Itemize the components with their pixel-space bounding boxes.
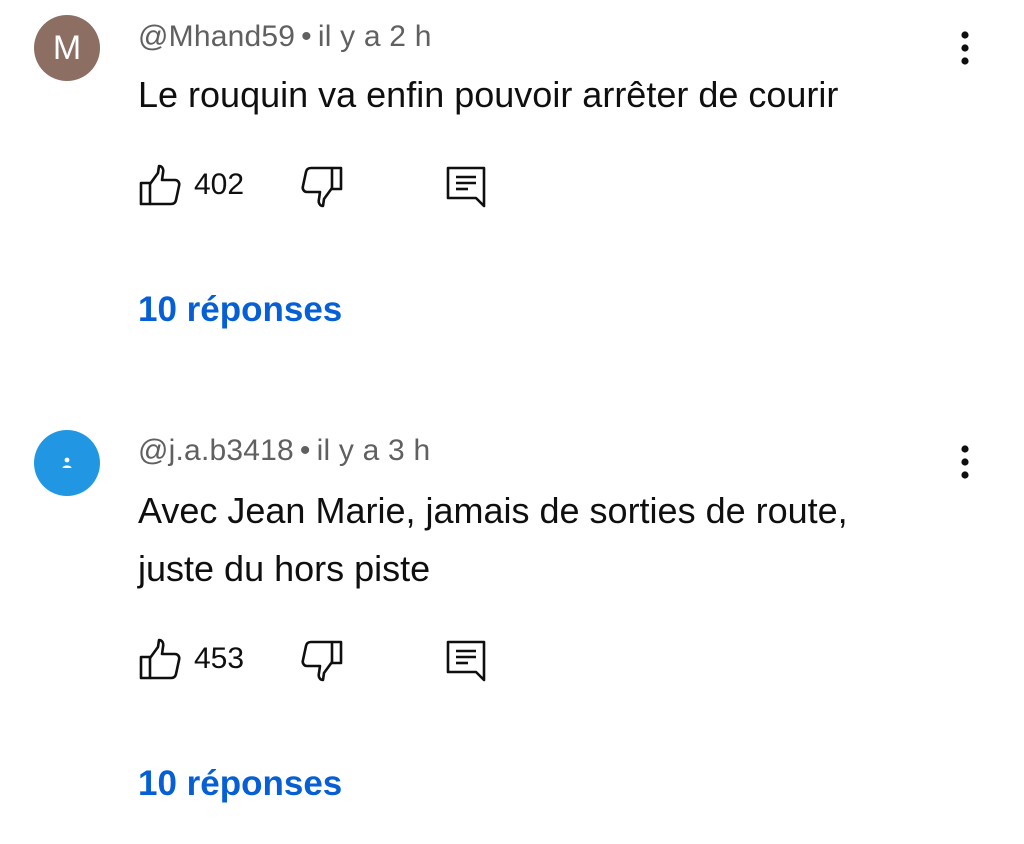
- like-button[interactable]: [136, 636, 184, 686]
- comment-text: Avec Jean Marie, jamais de sorties de ro…: [138, 482, 938, 598]
- more-options-button[interactable]: [948, 28, 982, 68]
- thumbs-up-icon: [139, 164, 181, 206]
- person-icon: [62, 457, 72, 468]
- avatar[interactable]: M: [34, 15, 100, 81]
- comment-meta: @j.a.b3418 • il y a 3 h: [138, 434, 430, 468]
- comment-item: M @Mhand59 • il y a 2 h Le rouquin va enfi…: [0, 0, 1024, 380]
- comment-actions: 402: [136, 162, 536, 212]
- comment-text-line: juste du hors piste: [138, 548, 431, 589]
- comment-time: il y a 2 h: [317, 20, 432, 53]
- comment-author[interactable]: @Mhand59: [138, 20, 295, 53]
- comment-actions: 453: [136, 636, 536, 686]
- meta-separator: •: [299, 434, 311, 467]
- comment-meta: @Mhand59 • il y a 2 h: [138, 20, 432, 54]
- reply-comment-icon: [446, 640, 486, 682]
- comment-time: il y a 3 h: [316, 434, 431, 467]
- avatar[interactable]: [34, 430, 100, 496]
- more-vertical-icon: [961, 31, 969, 65]
- view-replies-button[interactable]: 10 réponses: [138, 764, 342, 804]
- comment-author[interactable]: @j.a.b3418: [138, 434, 294, 467]
- comment-item: @j.a.b3418 • il y a 3 h Avec Jean Marie, j…: [0, 420, 1024, 844]
- thumbs-up-icon: [139, 638, 181, 680]
- thumbs-down-icon: [301, 166, 343, 208]
- avatar-letter: M: [52, 28, 82, 67]
- reply-button[interactable]: [442, 636, 490, 686]
- meta-separator: •: [301, 20, 312, 53]
- comment-text-line: Le rouquin va enfin pouvoir arrêter de c…: [138, 74, 839, 115]
- like-button[interactable]: [136, 162, 184, 212]
- dislike-button[interactable]: [298, 636, 346, 686]
- reply-comment-icon: [446, 166, 486, 208]
- more-options-button[interactable]: [948, 442, 982, 482]
- comment-text: Le rouquin va enfin pouvoir arrêter de c…: [138, 66, 938, 124]
- like-count: 453: [194, 642, 245, 675]
- thumbs-down-icon: [301, 640, 343, 682]
- comment-text-line: Avec Jean Marie, jamais de sorties de ro…: [138, 490, 848, 531]
- like-count: 402: [194, 168, 245, 201]
- dislike-button[interactable]: [298, 162, 346, 212]
- more-vertical-icon: [961, 445, 969, 479]
- reply-button[interactable]: [442, 162, 490, 212]
- view-replies-button[interactable]: 10 réponses: [138, 290, 342, 330]
